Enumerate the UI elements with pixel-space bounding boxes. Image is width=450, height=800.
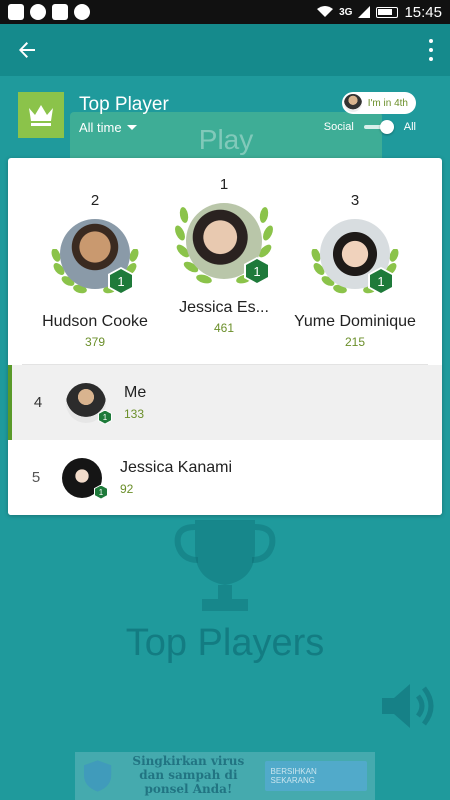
leaderboard-card: 2 1 Hudson Cooke 379 1 1 Jessica Es... 4… bbox=[8, 158, 442, 515]
leaderboard-title: Top Player bbox=[79, 94, 169, 115]
signal-icon bbox=[358, 6, 371, 18]
my-rank-label: I'm in 4th bbox=[367, 97, 408, 109]
trophy-icon bbox=[174, 520, 276, 611]
list-item[interactable]: 5 1 Jessica Kanami 92 bbox=[8, 440, 442, 515]
image-icon bbox=[52, 4, 68, 20]
podium-score: 379 bbox=[84, 335, 106, 349]
podium-player-1[interactable]: 1 1 Jessica Es... 461 bbox=[164, 176, 284, 335]
podium-score: 461 bbox=[213, 321, 235, 335]
speaker-icon bbox=[382, 684, 434, 728]
status-bar: 3G 15:45 bbox=[0, 0, 450, 24]
time-filter-dropdown[interactable]: All time bbox=[79, 120, 137, 135]
podium-name: Yume Dominique bbox=[294, 313, 416, 330]
more-vertical-icon[interactable] bbox=[426, 39, 436, 61]
podium-name: Jessica Es... bbox=[179, 299, 269, 316]
row-score: 92 bbox=[120, 482, 134, 496]
scope-toggle: Social All bbox=[324, 120, 416, 134]
podium-player-2[interactable]: 2 1 Hudson Cooke 379 bbox=[30, 192, 160, 349]
podium: 2 1 Hudson Cooke 379 1 1 Jessica Es... 4… bbox=[8, 158, 442, 364]
caret-down-icon bbox=[126, 125, 137, 130]
podium-place: 2 bbox=[90, 192, 100, 209]
row-name: Jessica Kanami bbox=[120, 459, 233, 476]
ad-text: Singkirkan virus dan sampah di ponsel An… bbox=[132, 754, 245, 796]
row-score: 133 bbox=[124, 407, 145, 421]
leaderboard-header: Top Player All time I'm in 4th Social Al… bbox=[18, 92, 432, 148]
wifi-icon bbox=[317, 6, 334, 17]
podium-name: Hudson Cooke bbox=[42, 313, 148, 330]
ad-button: BERSIHKAN SEKARANG bbox=[264, 761, 367, 791]
ad-banner: Singkirkan virus dan sampah di ponsel An… bbox=[75, 752, 375, 800]
clock: 15:45 bbox=[404, 3, 442, 21]
plus-box-icon bbox=[8, 4, 24, 20]
shield-icon bbox=[83, 760, 112, 792]
crown-icon bbox=[18, 92, 64, 138]
avatar bbox=[343, 94, 362, 112]
battery-icon bbox=[376, 6, 399, 18]
list-item[interactable]: 4 1 Me 133 bbox=[8, 365, 442, 440]
podium-player-3[interactable]: 3 1 Yume Dominique 215 bbox=[290, 192, 420, 349]
background-title: Top Players bbox=[125, 622, 325, 664]
scope-switch[interactable] bbox=[363, 120, 394, 134]
app-bar bbox=[0, 24, 450, 76]
row-rank: 4 bbox=[33, 394, 43, 411]
toggle-all-label: All bbox=[403, 121, 416, 133]
line-icon bbox=[74, 4, 90, 20]
row-rank: 5 bbox=[31, 469, 41, 486]
my-rank-pill[interactable]: I'm in 4th bbox=[341, 92, 416, 114]
toggle-social-label: Social bbox=[323, 121, 354, 133]
podium-score: 215 bbox=[344, 335, 366, 349]
podium-place: 1 bbox=[219, 176, 229, 193]
arrow-left-icon[interactable] bbox=[14, 37, 40, 63]
row-name: Me bbox=[124, 384, 147, 401]
podium-place: 3 bbox=[350, 192, 360, 209]
messenger-icon bbox=[30, 4, 46, 20]
network-type: 3G bbox=[339, 6, 353, 18]
time-filter-label: All time bbox=[79, 120, 122, 135]
